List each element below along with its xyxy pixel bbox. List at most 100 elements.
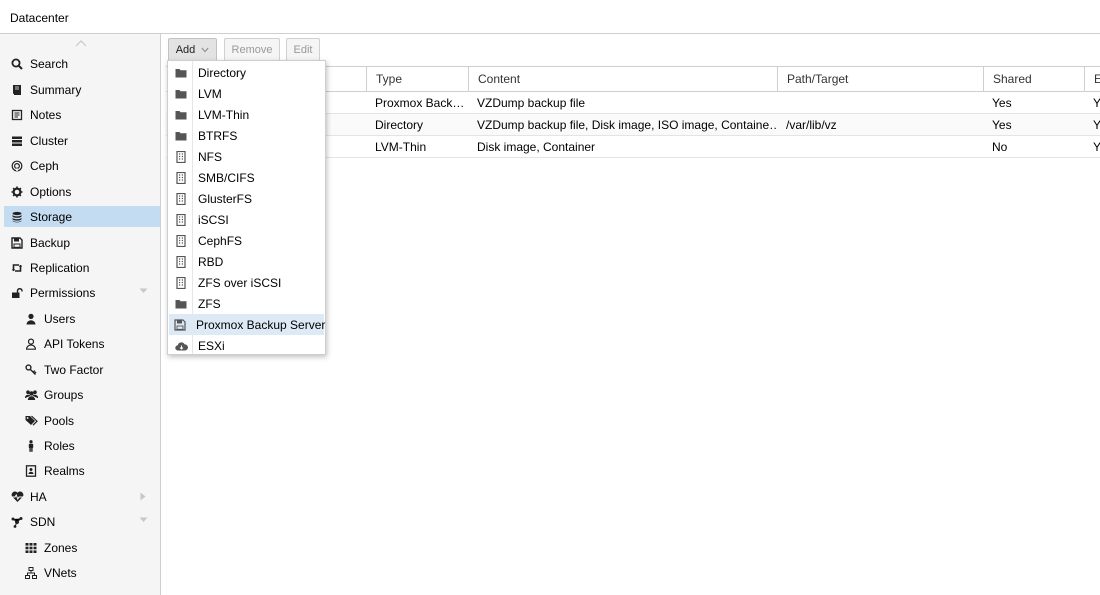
menu-item-iscsi[interactable]: iSCSI bbox=[169, 209, 324, 230]
menu-item-zfs[interactable]: ZFS bbox=[169, 293, 324, 314]
cell-path: /var/lib/vz bbox=[786, 118, 837, 132]
sitemap-icon bbox=[24, 566, 38, 580]
sidebar-item-cluster[interactable]: Cluster bbox=[4, 130, 160, 151]
menu-item-label: RBD bbox=[198, 254, 224, 269]
menu-item-label: ESXi bbox=[198, 338, 225, 353]
users-icon bbox=[24, 388, 38, 402]
menu-item-nfs[interactable]: NFS bbox=[169, 146, 324, 167]
sidebar-item-ha[interactable]: HA bbox=[4, 486, 160, 507]
sidebar-item-label: Roles bbox=[44, 438, 75, 453]
sidebar-item-label: Two Factor bbox=[44, 362, 104, 377]
building-icon bbox=[174, 150, 188, 164]
column-header-content[interactable]: Content bbox=[468, 67, 777, 92]
male-icon bbox=[24, 439, 38, 453]
sidebar-item-roles[interactable]: Roles bbox=[4, 435, 160, 456]
menu-item-rbd[interactable]: RBD bbox=[169, 251, 324, 272]
column-header-shared[interactable]: Shared bbox=[983, 67, 1084, 92]
menu-item-proxmox-backup-server[interactable]: Proxmox Backup Server bbox=[169, 314, 326, 335]
database-icon bbox=[10, 210, 24, 224]
retweet-icon bbox=[10, 261, 24, 275]
remove-button[interactable]: Remove bbox=[224, 38, 280, 61]
sidebar-item-realms[interactable]: Realms bbox=[4, 460, 160, 481]
expand-arrow-icon[interactable] bbox=[139, 288, 148, 294]
cell-enabled: Y bbox=[1093, 140, 1100, 154]
cell-content: VZDump backup file, Disk image, ISO imag… bbox=[477, 118, 777, 132]
menu-item-zfs-over-iscsi[interactable]: ZFS over iSCSI bbox=[169, 272, 324, 293]
sidebar-item-replication[interactable]: Replication bbox=[4, 257, 160, 278]
chevron-down-icon bbox=[201, 47, 209, 52]
sidebar-item-label: Ceph bbox=[30, 158, 59, 173]
menu-item-cephfs[interactable]: CephFS bbox=[169, 230, 324, 251]
sidebar-item-sdn[interactable]: SDN bbox=[4, 511, 160, 532]
building-icon bbox=[174, 213, 188, 227]
edit-button[interactable]: Edit bbox=[286, 38, 320, 61]
cell-content: VZDump backup file bbox=[477, 96, 586, 110]
cell-shared: Yes bbox=[992, 96, 1012, 110]
menu-item-smb-cifs[interactable]: SMB/CIFS bbox=[169, 167, 324, 188]
menu-item-btrfs[interactable]: BTRFS bbox=[169, 125, 324, 146]
add-button[interactable]: Add bbox=[168, 38, 217, 61]
cell-shared: No bbox=[992, 140, 1008, 154]
sdn-icon bbox=[10, 515, 24, 529]
menu-item-label: NFS bbox=[198, 149, 222, 164]
sidebar-item-label: Options bbox=[30, 184, 72, 199]
menu-item-label: LVM-Thin bbox=[198, 107, 250, 122]
menu-item-directory[interactable]: Directory bbox=[169, 62, 324, 83]
user-outline-icon bbox=[24, 337, 38, 351]
menu-item-lvm[interactable]: LVM bbox=[169, 83, 324, 104]
scroll-up-icon[interactable] bbox=[75, 39, 87, 47]
sidebar-item-label: Notes bbox=[30, 107, 62, 122]
cell-type: Proxmox Back… bbox=[375, 96, 465, 110]
sidebar-item-storage[interactable]: Storage bbox=[4, 206, 160, 227]
cell-enabled: Y bbox=[1093, 96, 1100, 110]
cloud-icon bbox=[174, 339, 188, 353]
folder-icon bbox=[174, 66, 188, 80]
add-storage-menu[interactable]: Directory LVM LVM-Thin BTRFS NFS SMB/CIF… bbox=[167, 60, 326, 355]
floppy-icon bbox=[174, 318, 186, 332]
cell-path bbox=[777, 92, 983, 114]
sidebar-item-label: VNets bbox=[44, 565, 77, 580]
user-icon bbox=[24, 312, 38, 326]
sidebar[interactable]: Search Summary Notes Cluster Ceph Option… bbox=[0, 34, 161, 595]
sidebar-item-search[interactable]: Search bbox=[4, 53, 160, 74]
remove-button-label: Remove bbox=[231, 43, 273, 56]
sidebar-item-summary[interactable]: Summary bbox=[4, 79, 160, 100]
edit-button-label: Edit bbox=[293, 43, 313, 56]
sidebar-item-two-factor[interactable]: Two Factor bbox=[4, 359, 160, 380]
menu-item-label: GlusterFS bbox=[198, 191, 253, 206]
th-icon bbox=[24, 541, 38, 555]
sidebar-item-label: Summary bbox=[30, 82, 82, 97]
sidebar-item-options[interactable]: Options bbox=[4, 181, 160, 202]
menu-item-lvm-thin[interactable]: LVM-Thin bbox=[169, 104, 324, 125]
sidebar-item-users[interactable]: Users bbox=[4, 308, 160, 329]
column-header-enabled[interactable]: E bbox=[1084, 67, 1100, 92]
folder-icon bbox=[174, 108, 188, 122]
address-book-icon bbox=[24, 464, 38, 478]
menu-item-esxi[interactable]: ESXi bbox=[169, 335, 324, 356]
sidebar-item-pools[interactable]: Pools bbox=[4, 410, 160, 431]
sidebar-item-backup[interactable]: Backup bbox=[4, 232, 160, 253]
column-header-type[interactable]: Type bbox=[366, 67, 468, 92]
sidebar-item-groups[interactable]: Groups bbox=[4, 384, 160, 405]
sidebar-item-permissions[interactable]: Permissions bbox=[4, 282, 160, 303]
collapse-arrow-icon[interactable] bbox=[140, 492, 146, 501]
cell-enabled: Y bbox=[1093, 118, 1100, 132]
menu-item-label: Proxmox Backup Server bbox=[196, 317, 326, 332]
menu-item-label: ZFS over iSCSI bbox=[198, 275, 282, 290]
expand-arrow-icon[interactable] bbox=[139, 517, 148, 523]
book-icon bbox=[10, 83, 24, 97]
menu-item-label: BTRFS bbox=[198, 128, 238, 143]
sidebar-item-vnets[interactable]: VNets bbox=[4, 562, 160, 583]
gear-icon bbox=[10, 185, 24, 199]
sidebar-item-label: Cluster bbox=[30, 133, 69, 148]
menu-item-glusterfs[interactable]: GlusterFS bbox=[169, 188, 324, 209]
sidebar-item-notes[interactable]: Notes bbox=[4, 104, 160, 125]
sidebar-item-ceph[interactable]: Ceph bbox=[4, 155, 160, 176]
cell-content: Disk image, Container bbox=[477, 140, 596, 154]
folder-icon bbox=[174, 297, 188, 311]
sidebar-item-label: Search bbox=[30, 56, 69, 71]
sidebar-item-label: Zones bbox=[44, 540, 78, 555]
sidebar-item-api-tokens[interactable]: API Tokens bbox=[4, 333, 160, 354]
column-header-path[interactable]: Path/Target bbox=[777, 67, 983, 92]
sidebar-item-zones[interactable]: Zones bbox=[4, 537, 160, 558]
